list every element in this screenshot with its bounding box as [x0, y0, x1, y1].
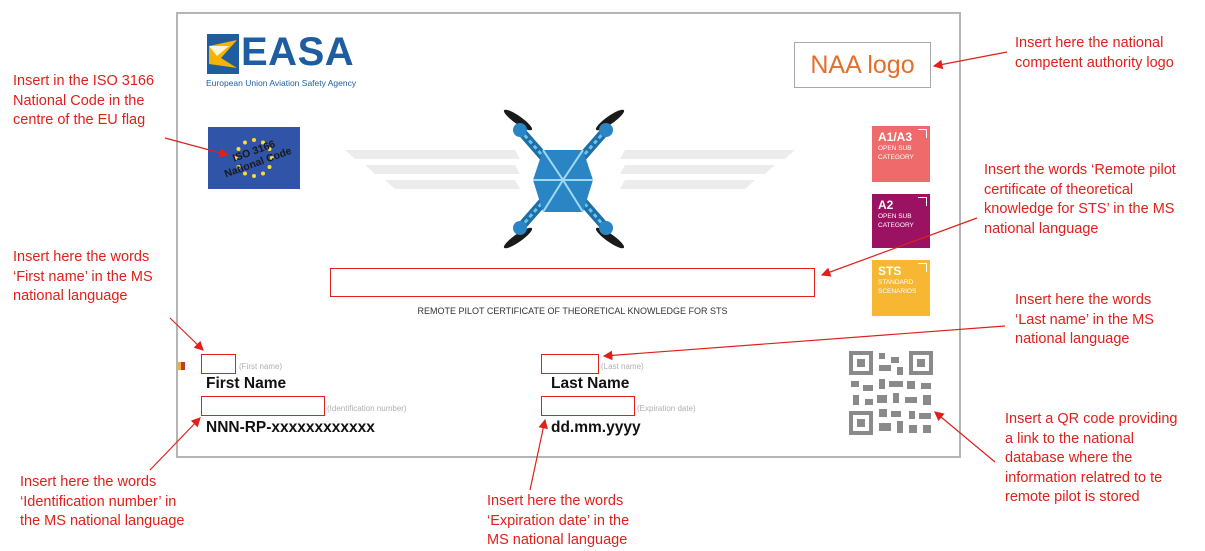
note-last-name: Insert here the words ‘Last name’ in the…	[1015, 291, 1154, 350]
note-first-name: Insert here the words ‘First name’ in th…	[13, 248, 153, 307]
arrow-last-name	[602, 325, 1006, 361]
arrow-expiration	[529, 418, 548, 491]
note-line: ‘Expiration date’ in the	[487, 512, 630, 529]
note-line: competent authority logo	[1015, 54, 1174, 71]
note-line: National Code in the	[13, 92, 145, 109]
note-line: information relatred to te	[1005, 469, 1163, 486]
note-line: Insert here the words	[1015, 292, 1152, 308]
note-title: Insert the words ‘Remote pilot certifica…	[984, 161, 1176, 239]
note-line: ‘Identification number’ in	[20, 493, 177, 510]
note-expiration: Insert here the words ‘Expiration date’ …	[487, 492, 629, 551]
arrow-first-name	[169, 317, 204, 351]
note-iso-code: Insert in the ISO 3166 National Code in …	[13, 72, 154, 131]
note-line: national language	[13, 288, 128, 304]
note-line: Insert here the words	[487, 493, 624, 509]
note-line: Insert here the words	[13, 249, 150, 265]
note-id-number: Insert here the words ‘Identification nu…	[20, 473, 184, 532]
arrow-naa-logo	[932, 51, 1008, 70]
note-line: national language	[1015, 331, 1130, 347]
note-line: centre of the EU flag	[13, 112, 146, 128]
note-line: database where the	[1005, 450, 1133, 466]
note-line: certificate of theoretical	[984, 181, 1134, 198]
note-line: Insert here the words	[20, 474, 157, 490]
note-line: national language	[984, 220, 1099, 237]
note-line: ‘First name’ in the MS	[13, 268, 153, 285]
note-line: Insert the words ‘Remote pilot	[984, 162, 1176, 178]
note-qr: Insert a QR code providing a link to the…	[1005, 410, 1177, 508]
note-line: Insert a QR code providing	[1005, 411, 1178, 427]
note-line: a link to the national	[1005, 430, 1134, 447]
note-line: ‘Last name’ in the MS	[1015, 311, 1154, 328]
arrow-id-number	[149, 417, 201, 471]
note-line: the MS national language	[20, 513, 185, 529]
note-line: MS national language	[487, 532, 628, 548]
note-line: Insert in the ISO 3166	[13, 73, 155, 89]
note-line: knowledge for STS’ in the MS	[984, 201, 1175, 217]
arrow-iso-code	[164, 137, 230, 158]
note-naa-logo: Insert here the national competent autho…	[1015, 34, 1174, 73]
note-line: remote pilot is stored	[1005, 489, 1140, 505]
arrow-title	[820, 217, 978, 277]
arrow-qr	[934, 411, 996, 463]
note-line: Insert here the national	[1015, 35, 1164, 51]
